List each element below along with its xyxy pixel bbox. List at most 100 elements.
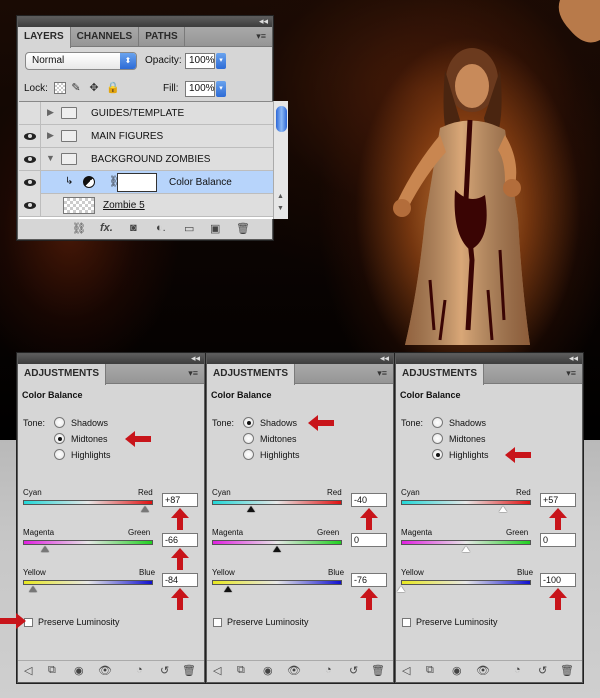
- visibility-toggle[interactable]: [19, 194, 41, 217]
- tab-adjustments[interactable]: ADJUSTMENTS: [18, 364, 107, 385]
- panel-menu-icon[interactable]: ▾≡: [566, 368, 576, 379]
- visibility-toggle[interactable]: [19, 102, 41, 125]
- panel-titlebar[interactable]: ◂◂: [207, 352, 393, 364]
- lock-all-padlock-icon[interactable]: 🔒: [106, 82, 120, 94]
- clip-layer-icon[interactable]: ◉: [263, 664, 273, 677]
- color-slider-track[interactable]: [212, 540, 342, 545]
- panel-titlebar[interactable]: ◂◂: [18, 352, 204, 364]
- layer-row-color-balance[interactable]: ↳ ⛓ Color Balance: [19, 171, 273, 194]
- panel-titlebar[interactable]: ◂◂: [18, 15, 272, 27]
- visibility-eye-icon[interactable]: 👁: [98, 664, 112, 677]
- layer-row-background-zombies[interactable]: ▼ BACKGROUND ZOMBIES: [19, 148, 273, 171]
- opacity-input[interactable]: 100%: [185, 53, 215, 69]
- opacity-dropdown-button[interactable]: ▾: [216, 53, 226, 69]
- tone-radio-highlights[interactable]: [54, 449, 65, 460]
- tone-radio-midtones[interactable]: [243, 433, 254, 444]
- slider-value-input[interactable]: +57: [540, 493, 576, 507]
- tab-adjustments[interactable]: ADJUSTMENTS: [207, 364, 296, 385]
- slider-thumb[interactable]: [247, 506, 255, 512]
- tab-adjustments[interactable]: ADJUSTMENTS: [396, 364, 485, 385]
- color-slider-track[interactable]: [401, 540, 531, 545]
- new-adjustment-icon[interactable]: ◐.: [156, 222, 166, 234]
- panel-menu-icon[interactable]: ▾≡: [256, 31, 266, 42]
- delete-trash-icon[interactable]: 🗑: [371, 664, 385, 677]
- slider-thumb[interactable]: [499, 506, 508, 512]
- slider-thumb[interactable]: [29, 586, 38, 592]
- tab-paths[interactable]: PATHS: [139, 27, 185, 47]
- lock-pixels-brush-icon[interactable]: ✎: [70, 82, 82, 94]
- clip-layer-icon[interactable]: ◉: [452, 664, 462, 677]
- layers-scrollbar[interactable]: ▲ ▼: [273, 101, 288, 219]
- visibility-toggle[interactable]: [19, 148, 41, 171]
- color-slider-track[interactable]: [23, 540, 153, 545]
- tab-channels[interactable]: CHANNELS: [71, 27, 140, 47]
- fill-input[interactable]: 100%: [185, 81, 215, 97]
- tone-radio-shadows[interactable]: [54, 417, 65, 428]
- reset-icon[interactable]: ↺: [349, 664, 358, 677]
- color-slider-track[interactable]: [401, 500, 531, 505]
- collapse-icon[interactable]: ◂◂: [191, 352, 200, 364]
- lock-transparent-icon[interactable]: [54, 82, 66, 94]
- layer-thumbnail[interactable]: [63, 197, 95, 214]
- slider-thumb[interactable]: [140, 506, 149, 512]
- lock-position-move-icon[interactable]: ✥: [88, 82, 100, 94]
- panel-menu-icon[interactable]: ▾≡: [188, 368, 198, 379]
- view-previous-icon[interactable]: ◔: [136, 664, 143, 676]
- collapse-triangle-icon[interactable]: ▼: [46, 153, 55, 163]
- preserve-luminosity-checkbox[interactable]: [213, 618, 222, 627]
- visibility-toggle[interactable]: [19, 171, 41, 194]
- reset-icon[interactable]: ↺: [160, 664, 169, 677]
- slider-value-input[interactable]: -40: [351, 493, 387, 507]
- blend-mode-select[interactable]: Normal ⬍: [25, 52, 137, 70]
- tone-radio-midtones[interactable]: [432, 433, 443, 444]
- back-arrow-icon[interactable]: ◁: [402, 664, 410, 677]
- scroll-up-icon[interactable]: ▲: [277, 193, 284, 200]
- expand-triangle-icon[interactable]: ▶: [47, 130, 54, 141]
- tone-radio-shadows[interactable]: [243, 417, 254, 428]
- color-slider-track[interactable]: [212, 500, 342, 505]
- slider-value-input[interactable]: -76: [351, 573, 387, 587]
- color-slider-track[interactable]: [401, 580, 531, 585]
- slider-value-input[interactable]: -66: [162, 533, 198, 547]
- expand-view-icon[interactable]: ⧉: [48, 664, 56, 677]
- layer-style-fx-icon[interactable]: fx.: [100, 222, 113, 234]
- visibility-eye-icon[interactable]: 👁: [287, 664, 301, 677]
- view-previous-icon[interactable]: ◔: [325, 664, 332, 676]
- slider-value-input[interactable]: +87: [162, 493, 198, 507]
- layer-row-guides[interactable]: ▶ GUIDES/TEMPLATE: [19, 102, 273, 125]
- reset-icon[interactable]: ↺: [538, 664, 547, 677]
- slider-value-input[interactable]: -84: [162, 573, 198, 587]
- slider-value-input[interactable]: 0: [351, 533, 387, 547]
- visibility-toggle[interactable]: [19, 125, 41, 148]
- add-mask-icon[interactable]: ◙: [130, 222, 137, 234]
- link-layers-icon[interactable]: ⛓: [72, 222, 86, 235]
- scroll-down-icon[interactable]: ▼: [277, 205, 284, 212]
- layer-mask-thumbnail[interactable]: [117, 173, 157, 192]
- delete-trash-icon[interactable]: 🗑: [560, 664, 574, 677]
- slider-thumb[interactable]: [273, 546, 281, 552]
- slider-thumb[interactable]: [397, 586, 405, 592]
- delete-trash-icon[interactable]: 🗑: [236, 222, 250, 235]
- layer-row-main-figures[interactable]: ▶ MAIN FIGURES: [19, 125, 273, 148]
- back-arrow-icon[interactable]: ◁: [24, 664, 32, 677]
- fill-dropdown-button[interactable]: ▾: [216, 81, 226, 97]
- collapse-icon[interactable]: ◂◂: [380, 352, 389, 364]
- slider-thumb[interactable]: [41, 546, 50, 552]
- collapse-icon[interactable]: ◂◂: [259, 15, 268, 27]
- delete-trash-icon[interactable]: 🗑: [182, 664, 196, 677]
- expand-view-icon[interactable]: ⧉: [237, 664, 245, 677]
- color-slider-track[interactable]: [23, 500, 153, 505]
- slider-value-input[interactable]: 0: [540, 533, 576, 547]
- slider-thumb[interactable]: [223, 586, 232, 592]
- scrollbar-thumb[interactable]: [276, 106, 287, 132]
- view-previous-icon[interactable]: ◔: [514, 664, 521, 676]
- expand-view-icon[interactable]: ⧉: [426, 664, 434, 677]
- slider-thumb[interactable]: [462, 546, 470, 552]
- color-slider-track[interactable]: [23, 580, 153, 585]
- panel-titlebar[interactable]: ◂◂: [396, 353, 582, 364]
- slider-value-input[interactable]: -100: [540, 573, 576, 587]
- tone-radio-shadows[interactable]: [432, 417, 443, 428]
- tab-layers[interactable]: LAYERS: [18, 27, 71, 48]
- preserve-luminosity-checkbox[interactable]: [402, 618, 411, 627]
- panel-menu-icon[interactable]: ▾≡: [377, 368, 387, 379]
